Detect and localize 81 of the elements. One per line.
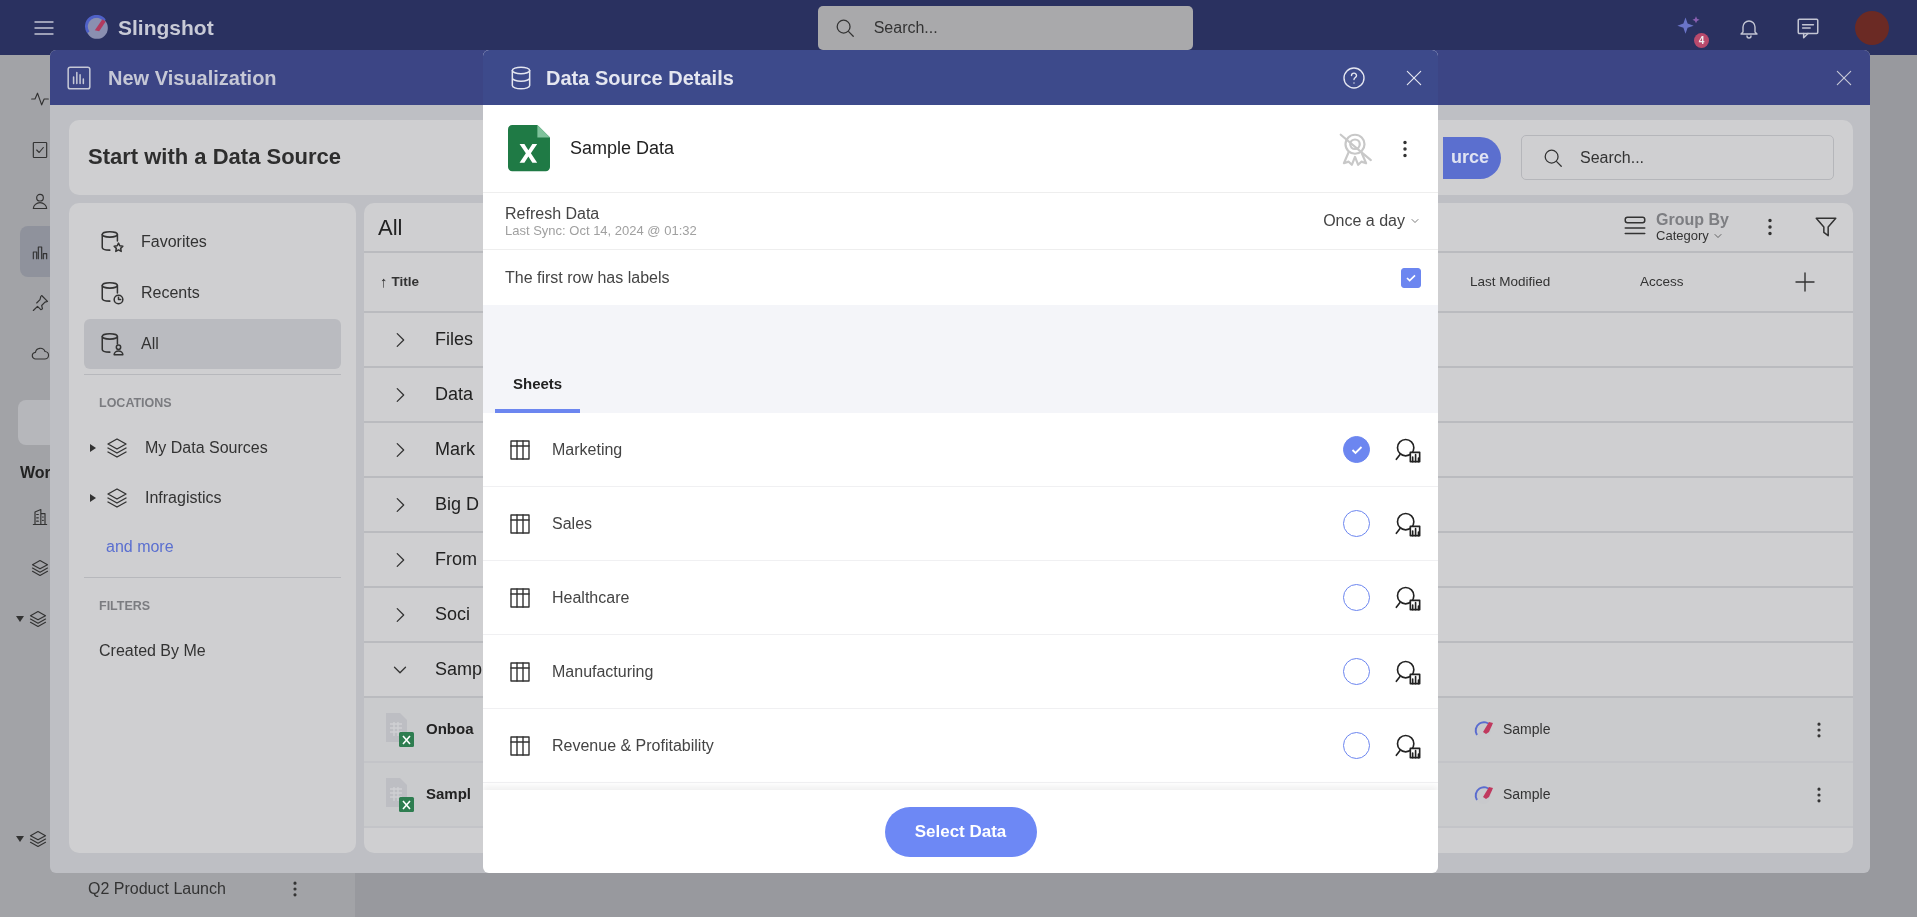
brand-name: Slingshot (118, 14, 214, 41)
search-field[interactable]: Search... (1521, 135, 1834, 180)
table-cell-text: Onboa (426, 719, 474, 740)
group-by-label: Group By (1656, 211, 1729, 229)
group-label[interactable]: Big D (435, 491, 479, 518)
table-icon (508, 437, 532, 462)
group-label[interactable]: Data (435, 381, 474, 408)
sheet-name[interactable]: Revenue & Profitability (552, 733, 1343, 758)
section-label: Wor (20, 463, 51, 483)
location-item[interactable]: My Data Sources (145, 435, 268, 460)
radio-button[interactable] (1343, 584, 1370, 611)
add-icon[interactable] (1793, 270, 1817, 294)
filter-item[interactable]: Created By Me (84, 625, 341, 676)
pin-icon (30, 292, 50, 313)
nav-item[interactable]: Recents (84, 268, 341, 318)
group-label[interactable]: From (435, 546, 477, 573)
checkbox[interactable] (1401, 267, 1421, 288)
radio-button[interactable] (1343, 436, 1370, 463)
tab[interactable]: Sheets (495, 360, 581, 413)
section-heading: Start with a Data Source (88, 144, 342, 171)
radio-button[interactable] (1343, 510, 1370, 537)
table-cell-text: Sampl (426, 784, 471, 805)
table-icon (508, 733, 532, 758)
group-by-dropdown[interactable]: Category (1656, 228, 1729, 243)
option-label: The first row has labels (505, 267, 670, 288)
sheet-name[interactable]: Healthcare (552, 585, 1343, 610)
section-heading: FILTERS (99, 598, 151, 613)
expand-arrow-icon[interactable] (89, 493, 97, 502)
radio-button[interactable] (1343, 732, 1370, 759)
data-source-name: Sample Data (570, 137, 675, 160)
layers-icon (105, 485, 129, 510)
refresh-label: Refresh Data (505, 203, 601, 223)
table-icon (508, 585, 532, 610)
radio-button[interactable] (1343, 658, 1370, 685)
database-clock-icon (99, 280, 125, 306)
dialog-title: Data Source Details (546, 65, 734, 91)
column-header[interactable]: Last Modified (1470, 273, 1551, 289)
sheet-name[interactable]: Manufacturing (552, 659, 1343, 684)
nav-item[interactable]: Favorites (84, 217, 341, 267)
layers-icon[interactable] (28, 828, 48, 849)
add-button[interactable]: urce (1443, 136, 1501, 179)
help-icon[interactable] (1342, 65, 1366, 90)
notification-badge: 4 (1694, 32, 1709, 48)
sort-indicator[interactable]: ↑ (380, 270, 388, 294)
nav-item[interactable]: All (84, 319, 341, 369)
table-icon (508, 511, 532, 536)
spreadsheet-icon (508, 125, 550, 172)
expand-arrow-icon[interactable] (16, 614, 24, 623)
bar-chart-icon (66, 64, 92, 91)
expand-arrow-icon[interactable] (89, 443, 97, 452)
layers-icon[interactable] (30, 557, 50, 578)
search-input[interactable]: Search... (871, 14, 1172, 41)
search-field[interactable]: Search... (817, 5, 1193, 50)
layers-icon (105, 435, 129, 460)
workspace-item[interactable]: Q2 Product Launch (88, 877, 226, 901)
list-title: All (378, 213, 403, 242)
sheet-name[interactable]: Marketing (552, 437, 1343, 462)
layers-icon[interactable] (28, 608, 48, 629)
dialog-title: New Visualization (108, 65, 277, 91)
building-icon[interactable] (30, 506, 50, 527)
database-user-icon (99, 331, 125, 357)
frequency-dropdown[interactable]: Once a day (1323, 209, 1421, 233)
search-input[interactable]: Search... (1578, 144, 1828, 171)
table-icon (508, 659, 532, 684)
database-star-icon (99, 229, 125, 255)
group-label[interactable]: Mark (435, 436, 475, 463)
group-label[interactable]: Soci (435, 601, 470, 628)
table-cell-text: Sample (1503, 720, 1551, 739)
column-header[interactable]: Title (391, 271, 419, 293)
section-heading: LOCATIONS (99, 396, 172, 410)
group-label[interactable]: Samp (435, 656, 483, 683)
sheet-name[interactable]: Sales (552, 511, 1343, 536)
column-header[interactable]: Access (1640, 273, 1684, 289)
logo-icon[interactable] (84, 14, 110, 41)
last-sync-text: Last Sync: Oct 14, 2024 @ 01:32 (505, 222, 697, 239)
expand-arrow-icon[interactable] (16, 834, 24, 843)
location-item[interactable]: Infragistics (145, 485, 222, 510)
group-label[interactable]: Files (435, 326, 473, 353)
sidebar-item[interactable] (20, 226, 50, 277)
table-cell-text: Sample (1503, 785, 1551, 804)
checklist-icon (30, 139, 50, 160)
